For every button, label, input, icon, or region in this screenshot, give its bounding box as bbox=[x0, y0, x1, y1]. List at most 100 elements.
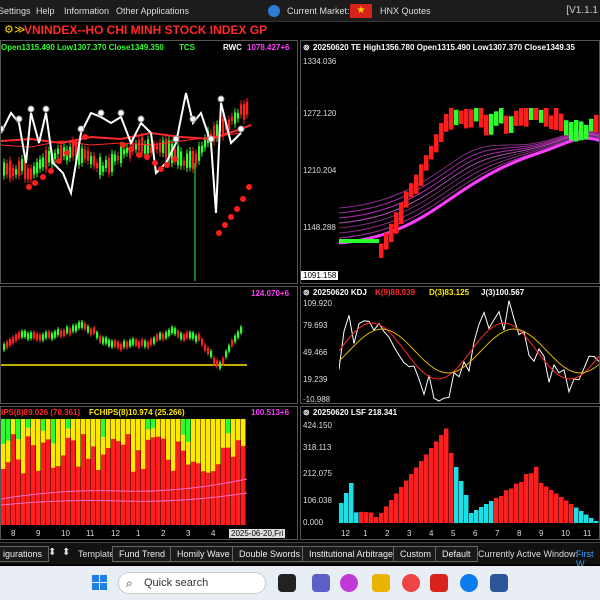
te-brick bbox=[569, 122, 574, 141]
vietnam-flag-icon[interactable]: ★ bbox=[350, 4, 372, 18]
chips-x-label: 11 bbox=[86, 529, 95, 538]
chips-yellow-bar bbox=[46, 419, 51, 440]
osc-candle bbox=[132, 338, 135, 345]
candle bbox=[96, 162, 99, 169]
lsf-bar bbox=[554, 493, 559, 523]
fund-trend-tab[interactable]: Fund Trend bbox=[112, 546, 173, 562]
zalo-icon[interactable] bbox=[460, 574, 478, 592]
chips-green-bar bbox=[226, 419, 231, 434]
menu-help[interactable]: Help bbox=[36, 6, 55, 16]
osc-candle bbox=[105, 337, 108, 344]
osc-candle bbox=[213, 357, 216, 364]
menu-settings[interactable]: Settings bbox=[0, 6, 31, 16]
oscillator-panel[interactable]: 124.070+6 bbox=[0, 286, 298, 404]
chips-yellow-bar bbox=[121, 419, 126, 445]
lsf-icon: ⊚ bbox=[303, 408, 310, 417]
sort-arrows-icon[interactable]: ⬍ bbox=[48, 547, 56, 558]
lsf-bar bbox=[369, 512, 374, 523]
chips-green-bar bbox=[41, 419, 46, 431]
te-brick bbox=[589, 118, 594, 132]
candle bbox=[42, 157, 45, 168]
lsf-bar bbox=[459, 481, 464, 523]
sar-dot-bottom bbox=[222, 222, 228, 228]
lsf-panel[interactable]: ⊚ 20250620 LSF 218.341 424.150 318.113 2… bbox=[300, 406, 600, 540]
lsf-bar bbox=[574, 507, 579, 523]
copilot-icon[interactable] bbox=[340, 574, 358, 592]
teams-icon[interactable] bbox=[312, 574, 330, 592]
te-brick bbox=[534, 108, 539, 121]
te-brick bbox=[524, 108, 529, 127]
chips-header-a: IPS(8)89.026 (70.361) bbox=[1, 408, 81, 417]
sar-dot-bottom bbox=[48, 168, 54, 174]
chips-red-bar bbox=[81, 419, 86, 525]
te-brick bbox=[509, 116, 514, 133]
te-header: 20250620 TE High1356.780 Open1315.490 Lo… bbox=[313, 43, 575, 52]
windows-start-icon[interactable] bbox=[92, 575, 108, 591]
custom-tab[interactable]: Custom bbox=[393, 546, 439, 562]
osc-candle bbox=[102, 337, 105, 344]
task-view-icon[interactable] bbox=[278, 574, 296, 592]
word-icon[interactable] bbox=[490, 574, 508, 592]
osc-candle bbox=[54, 331, 57, 338]
chips-green-bar bbox=[6, 419, 11, 441]
institutional-arbitrage-tab[interactable]: Institutional Arbitrage bbox=[302, 546, 401, 562]
configurations-tab[interactable]: igurations bbox=[0, 546, 50, 562]
te-brick bbox=[424, 155, 429, 171]
te-brick bbox=[469, 109, 474, 128]
te-brick bbox=[544, 108, 549, 127]
chips-green-bar bbox=[186, 419, 191, 442]
te-brick bbox=[519, 108, 524, 126]
te-brick bbox=[549, 115, 554, 130]
lsf-bar bbox=[419, 461, 424, 523]
chips-value: 100.513+6 bbox=[251, 408, 290, 417]
default-tab[interactable]: Default bbox=[435, 546, 478, 562]
settings-gear-icon[interactable]: ⚙ bbox=[4, 23, 14, 36]
lsf-bar bbox=[374, 516, 379, 523]
kdj-panel[interactable]: ⊚ 20250620 KDJ K(9)88.939 D(3)83.125 J(3… bbox=[300, 286, 600, 404]
candle bbox=[177, 146, 180, 165]
chips-x-label: 2 bbox=[161, 529, 166, 538]
chips-panel[interactable]: IPS(8)89.026 (70.361) FCHIPS(8)10.974 (2… bbox=[0, 406, 298, 540]
candle bbox=[183, 160, 186, 166]
osc-candle bbox=[84, 323, 87, 330]
candle bbox=[3, 162, 6, 176]
sar-dot-bottom bbox=[246, 184, 252, 190]
chips-red-bar bbox=[11, 419, 16, 525]
te-brick bbox=[479, 108, 484, 128]
menu-other-applications[interactable]: Other Applications bbox=[116, 6, 189, 16]
lsf-bar bbox=[589, 518, 594, 523]
stock-app-icon[interactable] bbox=[430, 574, 448, 592]
double-swords-tab[interactable]: Double Swords bbox=[232, 546, 308, 562]
main-price-panel[interactable]: Open1315.490 Low1307.370 Close1349.350 T… bbox=[0, 40, 298, 284]
osc-candle bbox=[183, 334, 186, 341]
lsf-bar bbox=[344, 493, 349, 523]
menu-information[interactable]: Information bbox=[64, 6, 109, 16]
lsf-y-label: 106.038 bbox=[303, 496, 332, 505]
candle bbox=[123, 149, 126, 155]
chips-green-bar bbox=[101, 419, 106, 437]
chips-x-label: 10 bbox=[61, 529, 70, 538]
hnx-quotes-link[interactable]: HNX Quotes bbox=[380, 6, 431, 16]
sar-dot-bottom bbox=[152, 160, 158, 166]
osc-candle bbox=[174, 328, 177, 335]
kdj-k: K(9)88.939 bbox=[375, 288, 416, 297]
chips-yellow-bar bbox=[161, 419, 166, 439]
chips-chart bbox=[1, 419, 248, 525]
chrome-icon[interactable] bbox=[402, 574, 420, 592]
sort-arrows-icon[interactable]: ⬍ bbox=[62, 547, 70, 558]
osc-candle bbox=[168, 329, 171, 336]
osc-candle bbox=[66, 327, 69, 334]
file-explorer-icon[interactable] bbox=[372, 574, 390, 592]
sar-dot-bottom bbox=[172, 156, 178, 162]
osc-candle bbox=[207, 348, 210, 355]
te-brick bbox=[454, 109, 459, 126]
osc-candle bbox=[195, 335, 198, 342]
chips-yellow-bar bbox=[31, 419, 36, 446]
chips-green-bar bbox=[66, 419, 71, 429]
homily-wave-tab[interactable]: Homily Wave bbox=[170, 546, 237, 562]
candle bbox=[138, 139, 141, 152]
sar-dot-bottom bbox=[72, 140, 78, 146]
te-panel[interactable]: ⊚ 20250620 TE High1356.780 Open1315.490 … bbox=[300, 40, 600, 284]
chips-yellow-bar bbox=[96, 419, 101, 471]
osc-candle bbox=[36, 333, 39, 340]
